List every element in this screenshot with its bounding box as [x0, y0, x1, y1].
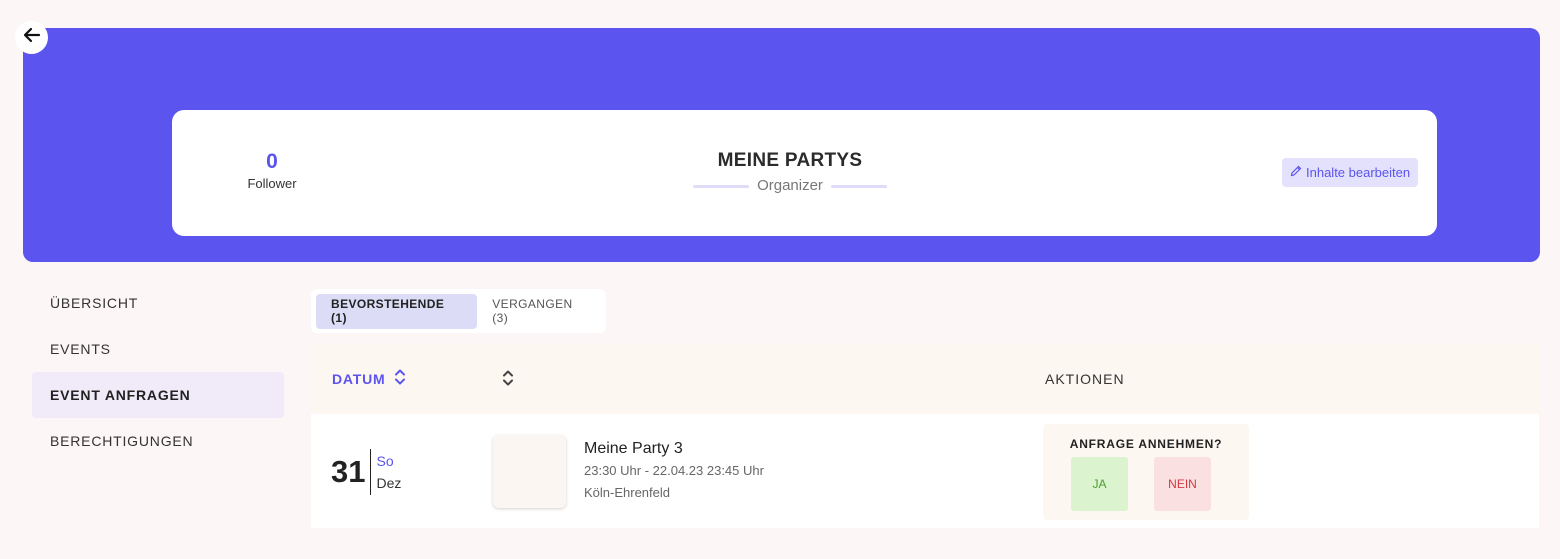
- table-row: 31 So Dez Meine Party 3 23:30 Uhr - 22.0…: [311, 414, 1539, 528]
- event-name[interactable]: Meine Party 3: [584, 438, 764, 460]
- column-header-aktionen: AKTIONEN: [1045, 371, 1125, 387]
- divider-right: [830, 184, 887, 188]
- event-info: Meine Party 3 23:30 Uhr - 22.04.23 23:45…: [584, 438, 764, 504]
- column-header-datum[interactable]: DATUM: [332, 368, 406, 389]
- profile-role: Organizer: [757, 177, 823, 194]
- profile-banner: 0 Follower MEINE PARTYS Organizer Inhalt…: [23, 28, 1540, 262]
- sidebar-item-uebersicht[interactable]: ÜBERSICHT: [32, 280, 284, 326]
- event-date: 31 So Dez: [331, 449, 401, 495]
- column-datum-label: DATUM: [332, 370, 386, 387]
- event-location: Köln-Ehrenfeld: [584, 485, 670, 500]
- date-divider: [370, 449, 372, 495]
- request-actions: ANFRAGE ANNEHMEN? JA NEIN: [1043, 424, 1249, 520]
- table-header: DATUM AKTIONEN: [311, 344, 1539, 414]
- edit-content-button[interactable]: Inhalte bearbeiten: [1282, 158, 1419, 187]
- column-header-event-sort[interactable]: [502, 369, 514, 392]
- pencil-icon: [1290, 165, 1302, 180]
- event-thumbnail[interactable]: [493, 435, 566, 508]
- event-tabs: BEVORSTEHENDE (1) VERGANGEN (3): [311, 289, 606, 333]
- profile-role-row: Organizer: [672, 176, 908, 196]
- decline-button[interactable]: NEIN: [1154, 457, 1211, 511]
- sort-icon: [394, 368, 406, 389]
- profile-card: 0 Follower MEINE PARTYS Organizer Inhalt…: [172, 110, 1437, 236]
- accept-button[interactable]: JA: [1071, 457, 1128, 511]
- sidebar-item-events[interactable]: EVENTS: [32, 326, 284, 372]
- event-month: Dez: [376, 475, 402, 491]
- tab-past[interactable]: VERGANGEN (3): [477, 294, 606, 329]
- back-button[interactable]: [15, 21, 48, 54]
- sort-icon: [502, 370, 514, 391]
- followers-count: 0: [266, 150, 278, 173]
- arrow-left-icon: [23, 27, 41, 48]
- sidebar-item-berechtigungen[interactable]: BERECHTIGUNGEN: [32, 418, 284, 464]
- followers-label: Follower: [247, 176, 297, 191]
- event-day: 31: [331, 454, 366, 489]
- event-weekday: So: [376, 453, 394, 469]
- profile-name: MEINE PARTYS: [717, 150, 863, 171]
- request-question: ANFRAGE ANNEHMEN?: [1069, 437, 1223, 451]
- sidebar-item-event-anfragen[interactable]: EVENT ANFRAGEN: [32, 372, 284, 418]
- followers-stat: 0 Follower: [232, 148, 312, 192]
- edit-content-label: Inhalte bearbeiten: [1306, 165, 1411, 180]
- divider-left: [693, 184, 750, 188]
- tab-upcoming[interactable]: BEVORSTEHENDE (1): [316, 293, 478, 329]
- event-date-meta: So Dez: [376, 450, 401, 494]
- sidebar: ÜBERSICHT EVENTS EVENT ANFRAGEN BERECHTI…: [32, 280, 284, 464]
- profile-title-block: MEINE PARTYS Organizer: [672, 148, 908, 196]
- event-time: 23:30 Uhr - 22.04.23 23:45 Uhr: [584, 463, 764, 478]
